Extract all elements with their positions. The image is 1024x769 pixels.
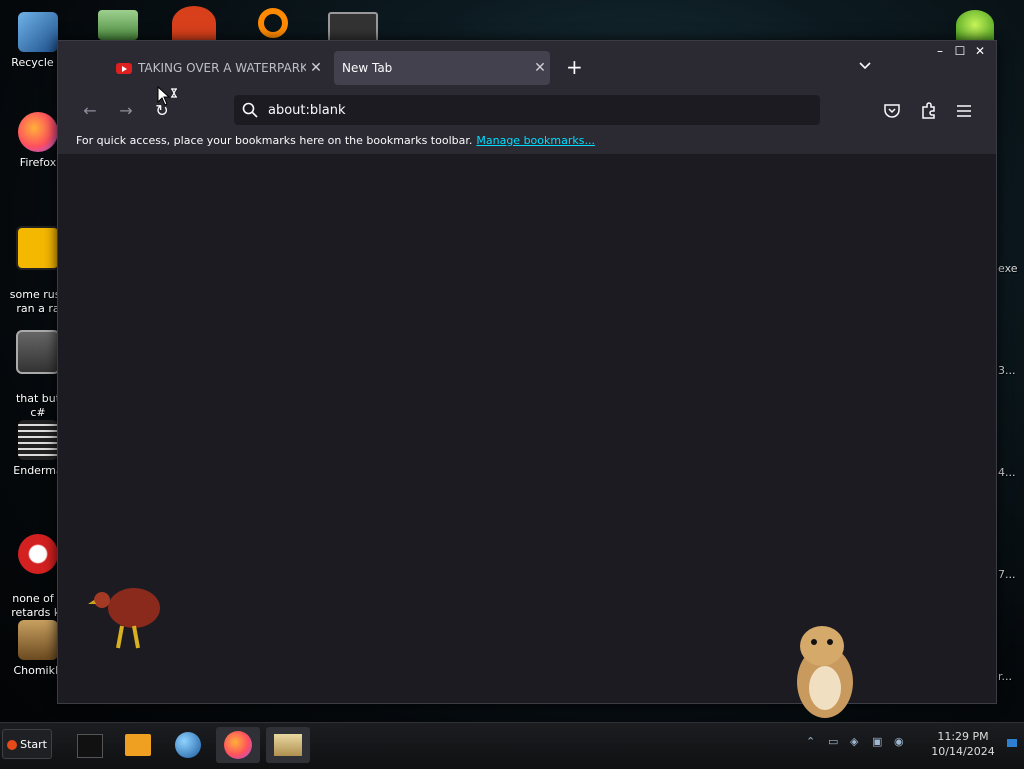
search-icon xyxy=(242,102,258,118)
close-window-button[interactable]: ✕ xyxy=(970,43,990,59)
taskbar-clock[interactable]: 11:29 PM 10/14/2024 xyxy=(922,729,1004,759)
tab-new-tab[interactable]: New Tab ✕ xyxy=(334,51,550,85)
desktop-icon-ring[interactable] xyxy=(258,8,288,38)
network-globe-icon xyxy=(175,732,201,758)
close-tab-icon[interactable]: ✕ xyxy=(306,60,326,76)
taskbar: Start ⌃ ▭ ◈ ▣ ◉ 11:29 PM 10/14/2024 xyxy=(0,722,1024,769)
pocket-icon[interactable] xyxy=(882,101,902,121)
youtube-icon xyxy=(116,62,132,74)
manage-bookmarks-link[interactable]: Manage bookmarks... xyxy=(476,134,595,147)
desktop-right-label: 4... xyxy=(998,466,1016,479)
start-orb-icon xyxy=(7,740,17,750)
cmd-icon xyxy=(77,734,103,758)
copies-icon xyxy=(16,330,60,374)
clock-time: 11:29 PM xyxy=(937,730,989,743)
tab-title: New Tab xyxy=(342,61,393,75)
tab-youtube[interactable]: TAKING OVER A WATERPARK ✕ xyxy=(106,51,326,85)
turkey-pet-icon[interactable] xyxy=(88,578,172,652)
url-input[interactable]: about:blank xyxy=(268,103,346,118)
mouse-cursor-icon xyxy=(157,86,177,106)
browser-window: TAKING OVER A WATERPARK ✕ New Tab ✕ + – … xyxy=(57,40,997,704)
notification-icon[interactable] xyxy=(1006,737,1018,749)
minimize-button[interactable]: – xyxy=(930,43,950,59)
desktop-right-label: r... xyxy=(998,670,1013,683)
window-controls: – ☐ ✕ xyxy=(930,43,990,59)
close-tab-icon[interactable]: ✕ xyxy=(530,60,550,76)
url-bar[interactable]: about:blank xyxy=(234,95,820,125)
taskbar-app-cmd[interactable] xyxy=(68,727,112,763)
bookmarks-message: For quick access, place your bookmarks h… xyxy=(76,134,473,147)
taskbar-app-firefox[interactable] xyxy=(216,727,260,763)
hamster-pet-icon[interactable] xyxy=(792,622,858,720)
tray-message-icon[interactable]: ▭ xyxy=(828,735,842,749)
maximize-button[interactable]: ☐ xyxy=(950,43,970,59)
desktop-right-label: 3... xyxy=(998,364,1016,377)
desktop-icon-label: Enderma xyxy=(13,464,63,477)
de-app-icon xyxy=(16,226,60,270)
navigation-bar: ← → ↻ about:blank xyxy=(58,93,996,127)
explorer-icon xyxy=(274,734,302,756)
hamster-box-icon xyxy=(18,620,58,660)
system-tray: ⌃ ▭ ◈ ▣ ◉ xyxy=(806,735,908,749)
recycle-bin-icon xyxy=(18,12,58,52)
forward-button[interactable]: → xyxy=(116,101,136,121)
endermanch-icon xyxy=(18,420,58,460)
firefox-icon xyxy=(224,731,252,759)
bookmarks-toolbar: For quick access, place your bookmarks h… xyxy=(58,127,996,155)
new-tab-button[interactable]: + xyxy=(566,57,583,77)
desktop-icon-label: ChomikB xyxy=(13,664,63,677)
menu-icon[interactable] xyxy=(954,101,974,121)
page-content[interactable] xyxy=(58,156,996,703)
desktop-icon-p-app[interactable] xyxy=(172,6,216,40)
tab-bar: TAKING OVER A WATERPARK ✕ New Tab ✕ + – … xyxy=(58,41,996,93)
media-icon xyxy=(125,734,151,756)
firefox-icon xyxy=(18,112,58,152)
tray-network-icon[interactable]: ▣ xyxy=(872,735,886,749)
tab-title: TAKING OVER A WATERPARK xyxy=(138,61,306,75)
taskbar-app-explorer[interactable] xyxy=(266,727,310,763)
tray-volume-icon[interactable]: ◉ xyxy=(894,735,908,749)
tray-expand-icon[interactable]: ⌃ xyxy=(806,735,820,749)
desktop-icon-lime[interactable] xyxy=(956,10,994,40)
desktop-icon-mail[interactable] xyxy=(98,10,138,40)
desktop-right-label: 7... xyxy=(998,568,1016,581)
clock-date: 10/14/2024 xyxy=(931,745,995,758)
taskbar-app-media[interactable] xyxy=(116,727,160,763)
start-button[interactable]: Start xyxy=(2,729,52,759)
dino-icon xyxy=(18,534,58,574)
desktop-icon-label: that but c# xyxy=(15,392,61,419)
taskbar-app-globe[interactable] xyxy=(166,727,210,763)
tab-list-chevron-icon[interactable] xyxy=(858,59,872,73)
desktop-right-label: exe xyxy=(998,262,1018,275)
extensions-icon[interactable] xyxy=(918,101,938,121)
desktop-icon-label: Firefox xyxy=(19,156,57,169)
start-label: Start xyxy=(20,738,47,751)
back-button[interactable]: ← xyxy=(80,101,100,121)
tray-security-icon[interactable]: ◈ xyxy=(850,735,864,749)
